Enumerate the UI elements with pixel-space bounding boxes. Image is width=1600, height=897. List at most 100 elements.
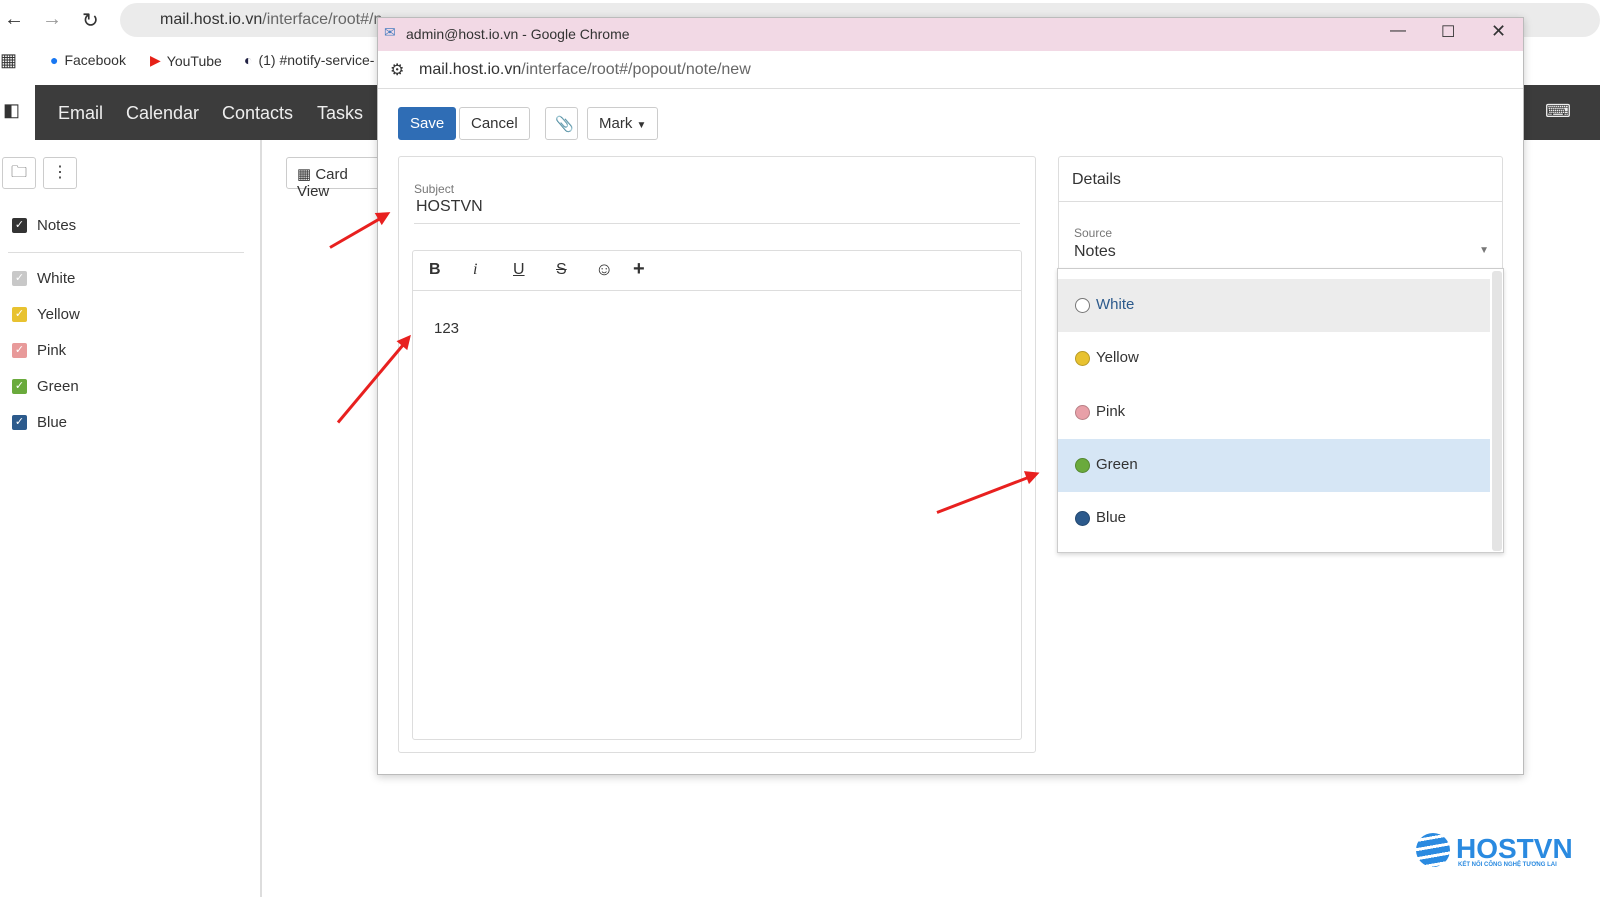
bold-icon[interactable]: B — [429, 261, 441, 279]
nav-calendar[interactable]: Calendar — [126, 103, 199, 124]
caret-down-icon: ▼ — [1479, 245, 1489, 256]
bookmark-label: Facebook — [64, 52, 126, 68]
sidebar-item-blue[interactable]: ✓ Blue — [12, 414, 67, 431]
youtube-icon: ▶ — [150, 52, 161, 68]
details-title: Details — [1072, 171, 1121, 188]
subject-input[interactable]: HOSTVN — [414, 198, 1020, 224]
subject-label: Subject — [414, 182, 455, 196]
checkbox[interactable]: ✓ — [12, 307, 27, 322]
label: Green — [1096, 455, 1138, 473]
color-dot-icon — [1075, 351, 1090, 367]
attach-button[interactable]: 📎 — [545, 107, 578, 140]
source-select[interactable]: Notes ▼ — [1074, 243, 1489, 267]
minimize-icon[interactable]: — — [1390, 22, 1406, 40]
bookmark-label: (1) #notify-service- — [258, 52, 375, 68]
divider — [8, 252, 244, 253]
reload-icon[interactable]: ↻ — [82, 8, 99, 33]
popup-address-bar[interactable]: ⚙ mail.host.io.vn/interface/root#/popout… — [378, 51, 1523, 89]
notify-icon: ◐ — [244, 52, 253, 68]
label: Yellow — [1096, 349, 1139, 367]
option-yellow[interactable]: Yellow — [1058, 332, 1490, 386]
sidebar-item-yellow[interactable]: ✓ Yellow — [12, 306, 80, 323]
bookmark-notify[interactable]: ◐ (1) #notify-service- — [244, 52, 374, 68]
sidebar-item-green[interactable]: ✓ Green — [12, 378, 79, 395]
italic-icon[interactable]: i — [473, 261, 477, 279]
url-path: /interface/root#/popout/note/new — [521, 61, 751, 78]
site-settings-icon[interactable]: ⚙ — [390, 60, 404, 80]
option-white[interactable]: White — [1058, 279, 1490, 332]
divider — [413, 290, 1021, 291]
checkbox[interactable]: ✓ — [12, 379, 27, 394]
label: Blue — [1096, 509, 1127, 527]
mark-dropdown[interactable]: Mark ▼ — [587, 107, 659, 140]
strikethrough-icon[interactable]: S — [556, 261, 567, 279]
option-green[interactable]: Green — [1058, 438, 1490, 492]
checkbox[interactable]: ✓ — [12, 415, 27, 430]
body-text: 123 — [434, 320, 460, 337]
value: Notes — [1074, 243, 1116, 260]
color-dot-icon — [1075, 457, 1090, 473]
label: White — [37, 270, 76, 287]
source-label: Source — [1074, 226, 1113, 240]
globe-icon — [1416, 833, 1450, 867]
popup-titlebar: ✉ admin@host.io.vn - Google Chrome — ☐ ✕ — [378, 18, 1523, 51]
logo-name: HOSTVN — [1456, 833, 1573, 864]
window-title: admin@host.io.vn - Google Chrome — [406, 26, 630, 42]
url-path: /interface/root#/n — [262, 11, 383, 28]
folder-button[interactable]: 🗀 — [2, 157, 36, 189]
label: Yellow — [37, 306, 80, 323]
more-button[interactable]: ⋮ — [43, 157, 77, 189]
forward-icon[interactable]: → — [42, 8, 62, 31]
sidebar-item-pink[interactable]: ✓ Pink — [12, 342, 66, 359]
label: Green — [37, 378, 79, 395]
maximize-icon[interactable]: ☐ — [1441, 22, 1455, 42]
label: Pink — [1096, 402, 1126, 420]
label: Blue — [37, 414, 68, 431]
facebook-icon: ● — [50, 52, 59, 68]
option-blue[interactable]: Blue — [1058, 492, 1490, 546]
checkbox[interactable]: ✓ — [12, 218, 27, 233]
bookmark-facebook[interactable]: ● Facebook — [50, 52, 126, 68]
sidebar-item-notes[interactable]: ✓ Notes — [12, 217, 76, 234]
back-icon[interactable]: ← — [4, 8, 24, 31]
nav-tasks[interactable]: Tasks — [317, 103, 363, 124]
underline-icon[interactable]: U — [513, 261, 525, 279]
nav-email[interactable]: Email — [58, 103, 103, 124]
caret-down-icon: ▼ — [636, 120, 647, 131]
popup-window: ✉ admin@host.io.vn - Google Chrome — ☐ ✕… — [377, 17, 1524, 775]
sidebar-item-white[interactable]: ✓ White — [12, 270, 75, 287]
close-icon[interactable]: ✕ — [1491, 21, 1506, 42]
option-pink[interactable]: Pink — [1058, 385, 1490, 439]
checkbox[interactable]: ✓ — [12, 271, 27, 286]
divider — [1059, 201, 1502, 202]
cancel-button[interactable]: Cancel — [459, 107, 530, 140]
logo-tagline: KẾT NỐI CÔNG NGHỆ TƯƠNG LAI — [1458, 862, 1557, 868]
url-host: mail.host.io.vn — [160, 11, 263, 28]
sidebar — [0, 140, 262, 897]
emoji-icon[interactable]: ☺ — [595, 259, 613, 280]
save-button[interactable]: Save — [398, 107, 457, 140]
label: Pink — [37, 342, 67, 359]
sidebar-toggle-icon[interactable]: ◧ — [3, 100, 20, 121]
label: Notes — [37, 217, 77, 234]
scrollbar[interactable] — [1492, 271, 1502, 551]
bookmark-youtube[interactable]: ▶ YouTube — [150, 52, 222, 69]
label: White — [1096, 296, 1135, 313]
paperclip-icon: 📎 — [555, 116, 574, 133]
checkbox[interactable]: ✓ — [12, 343, 27, 358]
card-view-button[interactable]: ▦ Card View — [286, 157, 386, 200]
keyboard-icon[interactable]: ⌨ — [1545, 101, 1571, 122]
mail-icon: ✉ — [384, 24, 396, 40]
nav-contacts[interactable]: Contacts — [222, 103, 293, 124]
color-dot-icon — [1075, 298, 1090, 313]
url-host: mail.host.io.vn — [419, 61, 522, 78]
grid-icon: ▦ — [297, 166, 316, 183]
label: Mark — [599, 115, 633, 132]
body-editor[interactable] — [412, 250, 1022, 740]
color-dot-icon — [1075, 511, 1090, 527]
apps-icon[interactable]: ▦ — [0, 50, 17, 71]
source-dropdown-list: White Yellow Pink Green Blue — [1057, 268, 1504, 553]
bookmark-label: YouTube — [166, 52, 222, 69]
color-dot-icon — [1075, 404, 1090, 420]
plus-icon[interactable]: + — [633, 258, 645, 281]
